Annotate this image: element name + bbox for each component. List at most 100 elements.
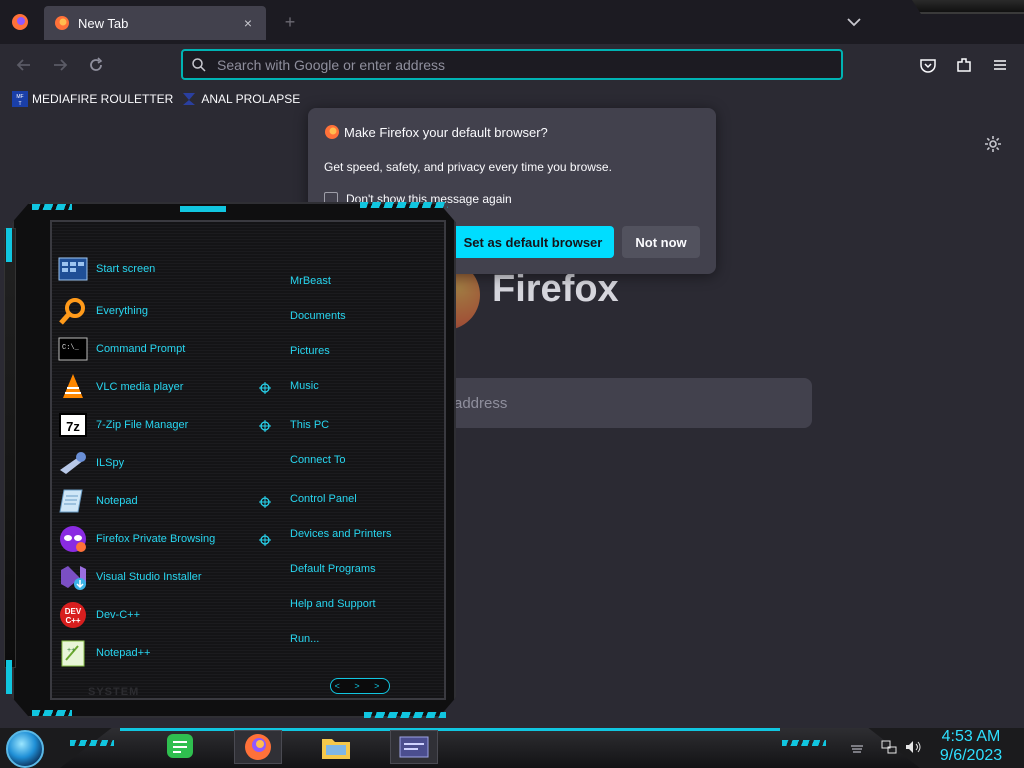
- program-ilspy[interactable]: ILSpy: [58, 446, 124, 480]
- program-7zip[interactable]: 7z 7-Zip File Manager: [58, 408, 188, 442]
- notepadpp-icon: ++: [61, 640, 85, 667]
- firefox-private-icon: [60, 526, 86, 552]
- side-accent: [6, 228, 12, 262]
- program-label: Visual Studio Installer: [96, 571, 202, 583]
- program-vs-installer[interactable]: Visual Studio Installer: [58, 560, 202, 594]
- hamburger-menu-icon[interactable]: [990, 55, 1010, 75]
- ilspy-icon: [60, 452, 86, 474]
- taskbar-file-explorer[interactable]: [312, 730, 360, 764]
- program-label: Start screen: [96, 263, 156, 275]
- svg-text:C:\_: C:\_: [62, 344, 80, 352]
- side-accent: [6, 660, 12, 694]
- scroll-arrows-button[interactable]: < > >: [330, 678, 390, 694]
- newtab-search-box[interactable]: address: [440, 378, 812, 428]
- system-link-run[interactable]: Run...: [290, 633, 319, 645]
- start-menu: Start screen Everything C:\_ Command Pro…: [4, 198, 456, 724]
- start-screen-icon: [58, 257, 88, 281]
- gear-icon[interactable]: [983, 134, 1003, 154]
- url-input[interactable]: [217, 56, 817, 73]
- program-vlc[interactable]: VLC media player: [58, 370, 183, 404]
- system-link-help-support[interactable]: Help and Support: [290, 598, 376, 610]
- svg-text:DEV: DEV: [65, 607, 82, 616]
- accent-stripe: [32, 710, 72, 716]
- firefox-icon: [245, 734, 271, 760]
- show-hidden-icons-icon[interactable]: [848, 738, 866, 756]
- pocket-icon[interactable]: [918, 55, 938, 75]
- 7zip-icon: 7z: [59, 413, 87, 437]
- program-devcpp[interactable]: DEV C++ Dev-C++: [58, 598, 140, 632]
- tab-new-tab[interactable]: New Tab ×: [44, 6, 266, 40]
- system-clock[interactable]: 4:53 AM 9/6/2023: [930, 728, 1012, 768]
- volume-icon[interactable]: [904, 738, 922, 756]
- dialog-title: Make Firefox your default browser?: [344, 124, 548, 140]
- svg-text:T: T: [18, 101, 21, 107]
- submenu-bullet-icon: [259, 382, 271, 394]
- notes-app-icon: [167, 734, 193, 758]
- program-start-screen[interactable]: Start screen: [58, 252, 155, 286]
- program-label: 7-Zip File Manager: [96, 419, 189, 431]
- forward-arrow-icon[interactable]: [50, 55, 70, 75]
- program-notepadpp[interactable]: ++ Notepad++: [58, 636, 150, 670]
- system-link-this-pc[interactable]: This PC: [290, 419, 329, 431]
- start-button[interactable]: [6, 730, 44, 768]
- chevron-down-icon[interactable]: [844, 12, 864, 32]
- magnifier-icon: [59, 298, 85, 325]
- svg-text:C++: C++: [65, 616, 80, 625]
- dialog-message: Get speed, safety, and privacy every tim…: [324, 160, 612, 174]
- not-now-button[interactable]: Not now: [622, 226, 700, 258]
- submenu-bullet-icon: [259, 496, 271, 508]
- submenu-bullet-icon: [259, 420, 271, 432]
- search-icon: [192, 57, 206, 72]
- clock-date: 9/6/2023: [939, 747, 1003, 764]
- tab-strip: New Tab × +: [0, 0, 1024, 44]
- bookmark-label: ANAL PROLAPSE: [201, 92, 301, 106]
- system-link-documents[interactable]: Documents: [290, 310, 346, 322]
- system-link-music[interactable]: Music: [290, 380, 319, 392]
- reload-icon[interactable]: [86, 55, 106, 75]
- clock-time: 4:53 AM: [941, 728, 1001, 745]
- taskbar-notes-app[interactable]: [156, 730, 204, 764]
- extensions-puzzle-icon[interactable]: [954, 55, 974, 75]
- system-link-pictures[interactable]: Pictures: [290, 345, 330, 357]
- devcpp-icon: DEVC++: [60, 602, 86, 628]
- system-link-mrbeast[interactable]: MrBeast: [290, 275, 331, 287]
- taskbar-window-app[interactable]: [390, 730, 438, 764]
- program-label: Firefox Private Browsing: [96, 533, 216, 545]
- system-link-default-programs[interactable]: Default Programs: [290, 563, 376, 575]
- navigation-toolbar: [0, 44, 1024, 86]
- notepad-icon: [59, 489, 83, 513]
- close-tab-icon[interactable]: ×: [240, 15, 256, 31]
- program-firefox-private[interactable]: Firefox Private Browsing: [58, 522, 215, 556]
- back-arrow-icon[interactable]: [14, 55, 34, 75]
- taskbar: 4:53 AM 9/6/2023: [0, 728, 1024, 768]
- program-everything[interactable]: Everything: [58, 294, 148, 328]
- set-default-button[interactable]: Set as default browser: [452, 226, 614, 258]
- system-link-connect-to[interactable]: Connect To: [290, 454, 345, 466]
- file-explorer-icon: [322, 739, 350, 759]
- bookmark-mediafire[interactable]: MF T MEDIAFIRE ROULETTER: [12, 91, 173, 107]
- network-icon[interactable]: [880, 738, 898, 756]
- taskbar-accent: [782, 740, 826, 746]
- accent-stripe: [360, 202, 448, 208]
- taskbar-accent-line: [120, 728, 780, 731]
- firefox-favicon-icon: [55, 16, 69, 30]
- firefox-wordmark: Firefox: [492, 268, 619, 310]
- system-link-devices-printers[interactable]: Devices and Printers: [290, 528, 392, 540]
- taskbar-firefox[interactable]: [234, 730, 282, 764]
- program-label: Everything: [96, 305, 148, 317]
- firefox-icon: [325, 125, 339, 139]
- program-notepad[interactable]: Notepad: [58, 484, 138, 518]
- program-label: VLC media player: [96, 381, 184, 393]
- dialog-title-row: Make Firefox your default browser?: [324, 124, 548, 140]
- new-tab-button[interactable]: +: [280, 12, 300, 32]
- vs-installer-icon: [61, 566, 86, 590]
- window-corner-decoration: [912, 0, 1024, 14]
- firefox-view-icon[interactable]: [8, 10, 32, 34]
- url-bar[interactable]: [181, 49, 843, 80]
- mediafire-icon: MFT: [12, 91, 28, 107]
- bookmark-second[interactable]: ANAL PROLAPSE: [181, 91, 300, 107]
- system-link-control-panel[interactable]: Control Panel: [290, 493, 357, 505]
- program-label: ILSpy: [96, 457, 125, 469]
- vlc-icon: [63, 374, 83, 398]
- program-command-prompt[interactable]: C:\_ Command Prompt: [58, 332, 185, 366]
